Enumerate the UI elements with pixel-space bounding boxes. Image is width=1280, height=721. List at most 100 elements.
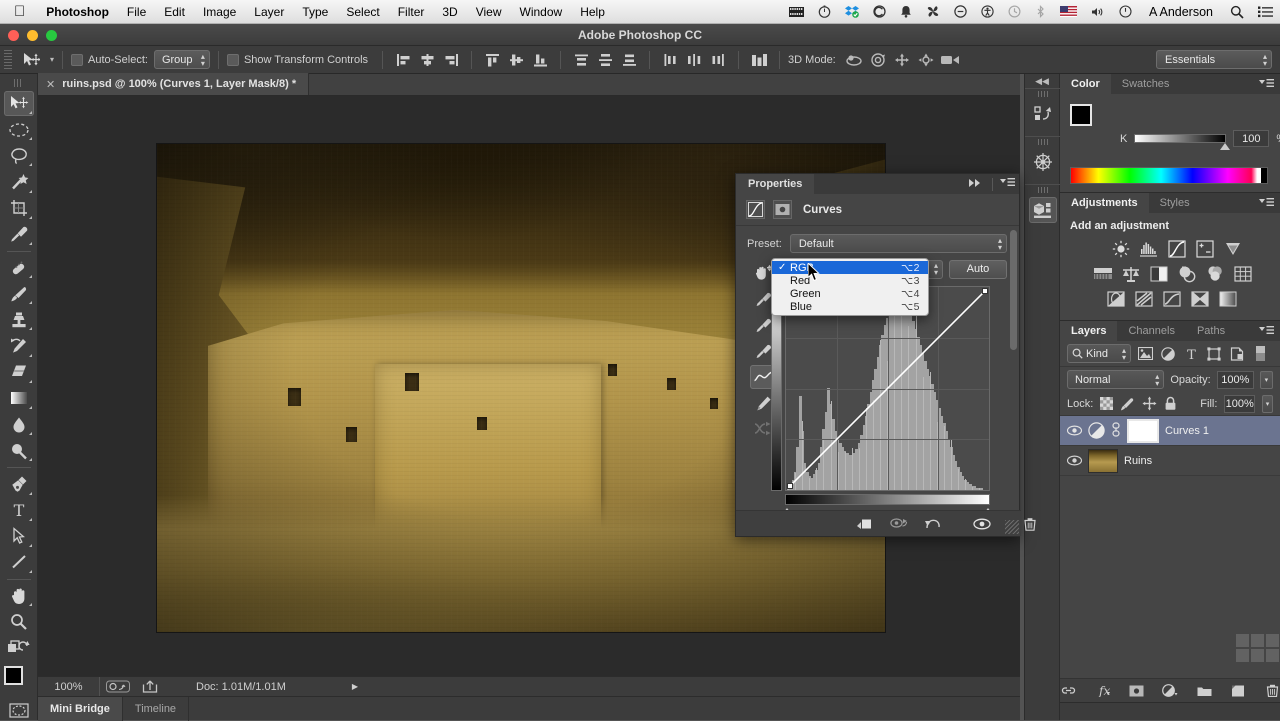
new-layer-icon[interactable] bbox=[1230, 683, 1246, 699]
preset-dropdown[interactable]: Default ▴ ▾ bbox=[789, 234, 1007, 253]
accessibility-icon[interactable] bbox=[974, 5, 1001, 18]
invert-icon[interactable] bbox=[1103, 288, 1128, 310]
dodge-tool[interactable] bbox=[4, 438, 34, 463]
filter-type-icon[interactable]: T bbox=[1182, 344, 1200, 364]
minimize-button[interactable] bbox=[27, 30, 38, 41]
distribute-top-edges-icon[interactable] bbox=[570, 50, 592, 70]
align-horizontal-centers-icon[interactable] bbox=[416, 50, 438, 70]
tab-adjustments[interactable]: Adjustments bbox=[1060, 193, 1149, 213]
eraser-tool[interactable] bbox=[4, 360, 34, 385]
slide-3d-icon[interactable] bbox=[915, 50, 937, 70]
fan-icon[interactable] bbox=[919, 5, 947, 18]
bell-icon[interactable] bbox=[893, 5, 919, 18]
time-machine-icon[interactable] bbox=[1001, 5, 1028, 18]
magic-wand-tool[interactable] bbox=[4, 169, 34, 194]
auto-select-dropdown[interactable]: Group ▴ ▾ bbox=[153, 50, 210, 69]
options-bar-grip[interactable] bbox=[4, 49, 12, 70]
channel-mixer-icon[interactable] bbox=[1202, 263, 1227, 285]
navigator-panel-icon[interactable] bbox=[1029, 149, 1057, 175]
opacity-value[interactable]: 100% bbox=[1216, 370, 1254, 389]
layer-style-icon[interactable]: fx bbox=[1094, 683, 1110, 699]
workspace-dropdown[interactable]: Essentials ▴ ▾ bbox=[1156, 50, 1272, 69]
exposure-icon[interactable] bbox=[1192, 238, 1217, 260]
filter-shape-icon[interactable] bbox=[1205, 344, 1223, 364]
filter-adjustment-icon[interactable] bbox=[1159, 344, 1177, 364]
menu-item-red[interactable]: Red ⌥3 bbox=[772, 274, 928, 287]
messages-icon[interactable] bbox=[947, 5, 974, 18]
align-top-edges-icon[interactable] bbox=[481, 50, 503, 70]
layer-mask-thumbnail[interactable] bbox=[1127, 418, 1159, 443]
panel-menu-icon[interactable] bbox=[1259, 325, 1274, 339]
pen-tool[interactable] bbox=[4, 471, 34, 496]
zoom-button[interactable] bbox=[46, 30, 57, 41]
hue-saturation-icon[interactable] bbox=[1090, 263, 1115, 285]
layer-mask-icon[interactable] bbox=[773, 200, 792, 219]
align-bottom-edges-icon[interactable] bbox=[529, 50, 551, 70]
black-white-icon[interactable] bbox=[1146, 263, 1171, 285]
zoom-level[interactable]: 100% bbox=[38, 676, 100, 697]
layer-visibility-toggle[interactable] bbox=[1066, 455, 1082, 466]
menu-item-green[interactable]: Green ⌥4 bbox=[772, 287, 928, 300]
close-icon[interactable]: ✕ bbox=[46, 78, 55, 91]
distribute-left-edges-icon[interactable] bbox=[659, 50, 681, 70]
lock-position-icon[interactable] bbox=[1142, 396, 1157, 412]
timer-icon[interactable] bbox=[811, 5, 838, 18]
add-layer-mask-icon[interactable] bbox=[1128, 683, 1144, 699]
tab-mini-bridge[interactable]: Mini Bridge bbox=[38, 696, 123, 721]
path-selection-tool[interactable] bbox=[4, 524, 34, 549]
menu-view[interactable]: View bbox=[467, 5, 511, 19]
menu-app-name[interactable]: Photoshop bbox=[37, 5, 118, 19]
move-tool[interactable] bbox=[3, 90, 34, 116]
dropbox-icon[interactable] bbox=[838, 5, 866, 18]
gradient-map-icon[interactable] bbox=[1215, 288, 1240, 310]
horizontal-type-tool[interactable]: T bbox=[4, 498, 34, 523]
double-chevron-left-icon[interactable]: ◀◀ bbox=[1025, 74, 1059, 88]
vibrance-icon[interactable] bbox=[1220, 238, 1245, 260]
share-icon[interactable] bbox=[136, 680, 164, 693]
rail-item-3d[interactable] bbox=[1025, 184, 1061, 232]
delete-icon[interactable] bbox=[1023, 515, 1037, 533]
bluetooth-icon[interactable] bbox=[1028, 5, 1053, 18]
panel-resize-grip[interactable] bbox=[1005, 520, 1019, 534]
menu-item-blue[interactable]: Blue ⌥5 bbox=[772, 300, 928, 313]
lock-transparent-pixels-icon[interactable] bbox=[1100, 396, 1114, 412]
menu-layer[interactable]: Layer bbox=[245, 5, 293, 19]
layer-adjustment-thumbnail[interactable] bbox=[1088, 422, 1105, 439]
curves-adjustment-icon[interactable] bbox=[746, 200, 765, 219]
layer-image-thumbnail[interactable] bbox=[1088, 448, 1118, 473]
table-row[interactable]: Curves 1 bbox=[1060, 416, 1280, 446]
link-layers-icon[interactable] bbox=[1060, 683, 1076, 699]
volume-icon[interactable] bbox=[1084, 6, 1112, 18]
roll-3d-icon[interactable] bbox=[867, 50, 889, 70]
rail-item-history[interactable] bbox=[1025, 88, 1061, 136]
fill-dropdown-arrow-icon[interactable]: ▾ bbox=[1261, 394, 1273, 413]
crop-tool[interactable] bbox=[4, 196, 34, 221]
opacity-dropdown-arrow-icon[interactable]: ▾ bbox=[1259, 370, 1273, 389]
auto-button[interactable]: Auto bbox=[949, 259, 1007, 279]
tool-preset-chevron-icon[interactable]: ▾ bbox=[50, 56, 54, 64]
color-spectrum-ramp[interactable] bbox=[1070, 167, 1268, 184]
gradient-tool[interactable] bbox=[4, 386, 34, 411]
flag-us-icon[interactable] bbox=[1053, 6, 1084, 17]
clip-to-layer-icon[interactable] bbox=[856, 515, 874, 533]
reset-icon[interactable] bbox=[924, 515, 941, 533]
apple-icon[interactable]:  bbox=[0, 4, 37, 19]
layer-visibility-toggle[interactable] bbox=[1066, 425, 1082, 436]
preview-icon[interactable] bbox=[100, 680, 136, 693]
toggle-visibility-icon[interactable] bbox=[973, 515, 991, 533]
fill-value[interactable]: 100% bbox=[1224, 394, 1255, 413]
menu-file[interactable]: File bbox=[118, 5, 155, 19]
zoom-tool[interactable] bbox=[4, 609, 34, 634]
panel-menu-icon[interactable] bbox=[1259, 197, 1274, 211]
layer-filter-kind-dropdown[interactable]: Kind ▴ ▾ bbox=[1067, 344, 1131, 363]
new-adjustment-layer-icon[interactable] bbox=[1162, 683, 1178, 699]
k-channel-slider-thumb[interactable] bbox=[1220, 143, 1231, 150]
panel-menu-icon[interactable] bbox=[1259, 78, 1274, 92]
hand-tool[interactable] bbox=[4, 583, 34, 608]
screen-capture-icon[interactable] bbox=[782, 6, 811, 18]
curve-line[interactable] bbox=[786, 287, 989, 490]
notification-center-icon[interactable] bbox=[1251, 5, 1280, 18]
new-group-icon[interactable] bbox=[1196, 683, 1212, 699]
menu-item-rgb[interactable]: ✓ RGB ⌥2 bbox=[772, 261, 928, 274]
status-expand-arrow-icon[interactable]: ▶ bbox=[352, 682, 358, 691]
